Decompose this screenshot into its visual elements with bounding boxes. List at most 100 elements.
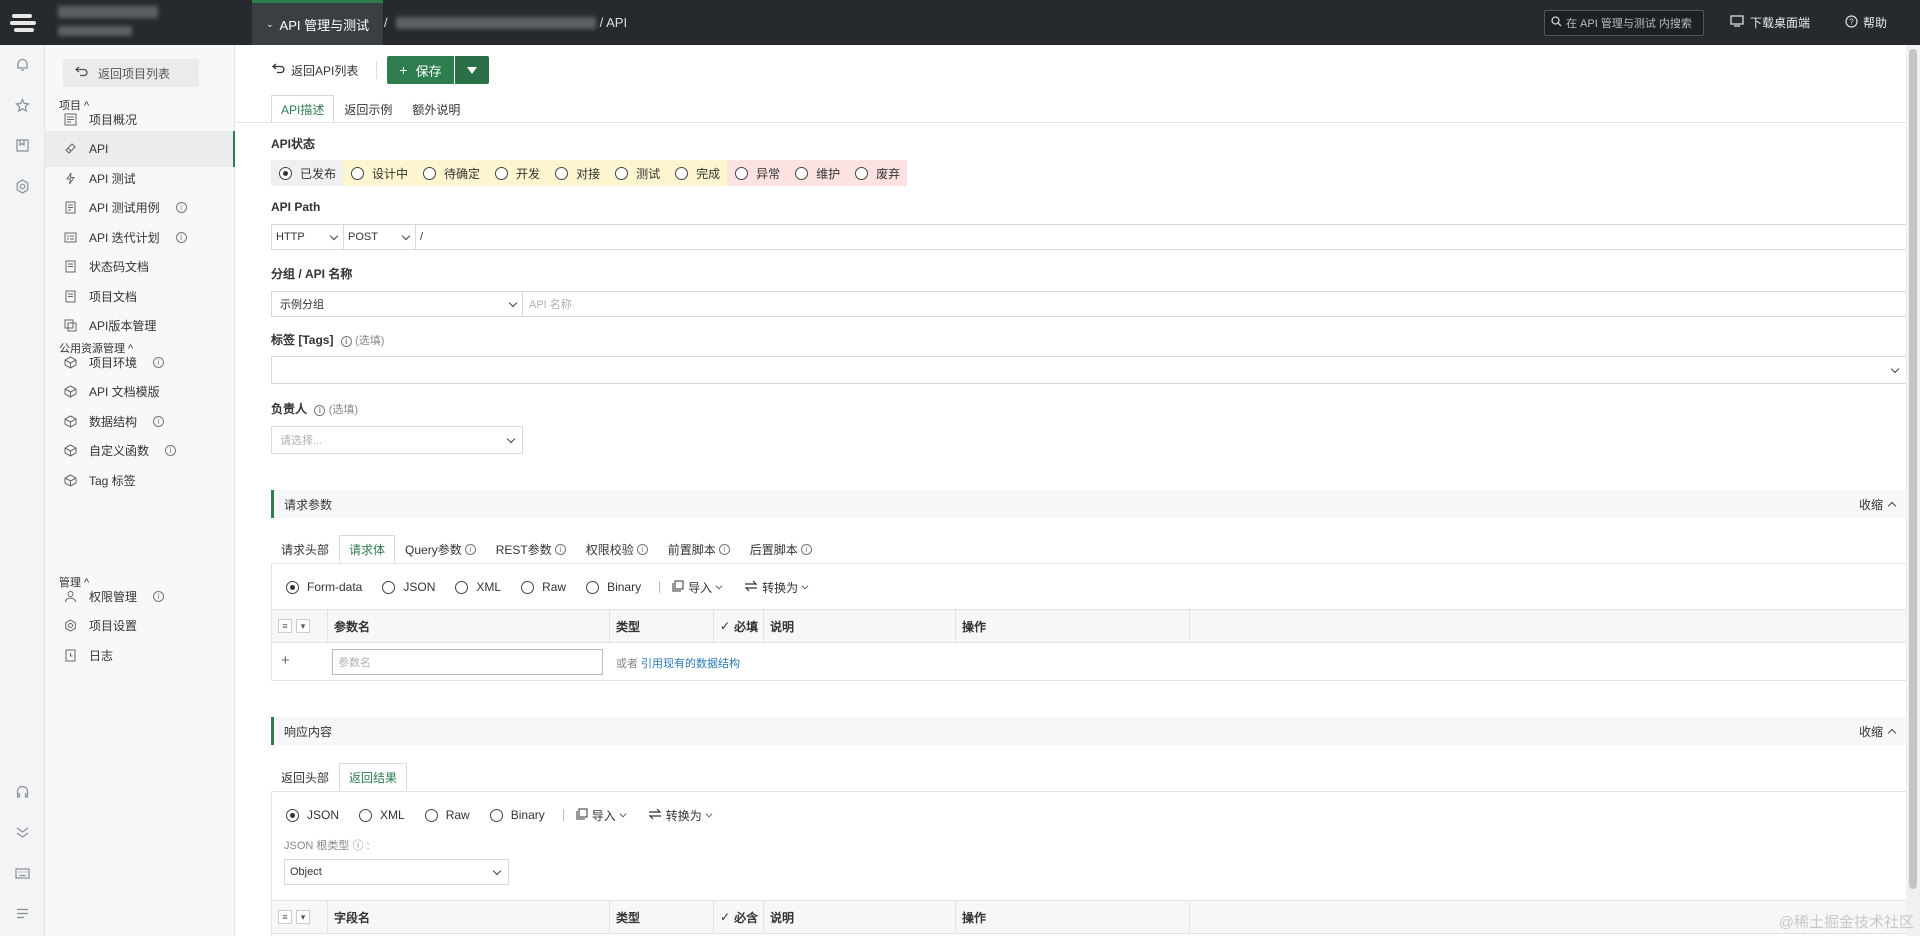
status-option-2[interactable]: 待确定 xyxy=(415,160,488,186)
group-name-field: 示例分组 API 名称 xyxy=(271,291,1907,317)
caret-down-icon: ▾ xyxy=(296,619,310,633)
menu-icon[interactable] xyxy=(13,904,31,922)
tab-2[interactable]: 额外说明 xyxy=(402,95,470,123)
request-subtab-2[interactable]: Query参数 i xyxy=(395,535,486,563)
sidebar-item-0-7[interactable]: API版本管理 xyxy=(45,308,235,344)
json-root-type-select[interactable]: Object xyxy=(284,859,509,885)
status-label: 异常 xyxy=(756,166,781,181)
request-subtab-4[interactable]: 权限校验 i xyxy=(576,535,658,563)
settings-icon[interactable] xyxy=(13,177,31,195)
monitor-icon xyxy=(1730,15,1744,30)
sidebar-item-label: 项目环境 xyxy=(89,355,138,370)
group-select[interactable]: 示例分组 xyxy=(272,292,523,316)
tab-1[interactable]: 返回示例 xyxy=(334,95,402,123)
request-convert-button[interactable]: 转换为 xyxy=(744,579,809,596)
back-to-projects-button[interactable]: 返回项目列表 xyxy=(63,59,199,87)
svg-text:?: ? xyxy=(1849,17,1854,26)
scrollbar-thumb[interactable] xyxy=(1909,49,1917,889)
logo-icon[interactable] xyxy=(0,0,45,45)
sidebar-item-1-4[interactable]: Tag 标签 xyxy=(45,462,235,498)
response-format-1[interactable]: XML xyxy=(359,808,405,822)
project-name-redacted[interactable] xyxy=(395,16,596,29)
star-icon[interactable] xyxy=(13,96,31,114)
col-field-name: 字段名 xyxy=(328,901,610,933)
path-input[interactable]: / xyxy=(416,231,1906,243)
response-convert-button[interactable]: 转换为 xyxy=(648,807,713,824)
grid-tools[interactable]: ≡ ▾ xyxy=(272,610,328,642)
sidebar-item-label: 权限管理 xyxy=(89,589,138,604)
radio-icon xyxy=(489,808,503,822)
vertical-scrollbar[interactable] xyxy=(1906,45,1920,936)
protocol-select[interactable]: HTTP xyxy=(272,225,344,249)
api-path-field: HTTP POST / xyxy=(271,224,1907,250)
back-to-api-list-button[interactable]: 返回API列表 xyxy=(271,59,358,81)
sidebar-item-2-2[interactable]: 日志 xyxy=(45,637,235,673)
request-import-button[interactable]: 导入 xyxy=(672,579,723,596)
bell-icon[interactable] xyxy=(13,55,31,73)
import-label: 导入 xyxy=(688,580,713,595)
add-row-icon[interactable]: + xyxy=(281,652,290,669)
request-format-1[interactable]: JSON xyxy=(382,580,435,594)
request-subtab-5[interactable]: 前置脚本 i xyxy=(658,535,740,563)
format-label: JSON xyxy=(403,580,436,594)
response-subtab-1[interactable]: 返回结果 xyxy=(339,763,408,791)
status-option-3[interactable]: 开发 xyxy=(487,160,548,186)
method-select[interactable]: POST xyxy=(344,225,416,249)
status-label: 废弃 xyxy=(876,166,901,181)
info-icon: i xyxy=(153,356,165,368)
request-format-0[interactable]: Form-data xyxy=(286,580,362,594)
request-subtab-1[interactable]: 请求体 xyxy=(339,535,396,563)
info-icon: i xyxy=(800,543,812,555)
response-format-0[interactable]: JSON xyxy=(286,808,339,822)
status-option-8[interactable]: 维护 xyxy=(787,160,848,186)
global-search-input[interactable]: 在 API 管理与测试 内搜索 xyxy=(1544,10,1704,36)
radio-icon xyxy=(615,166,629,180)
bookmark-icon[interactable] xyxy=(13,136,31,154)
search-icon xyxy=(1551,16,1562,30)
inbox-icon[interactable] xyxy=(13,823,31,841)
request-format-2[interactable]: XML xyxy=(455,580,501,594)
grid-tools[interactable]: ≡ ▾ xyxy=(272,901,328,933)
tab-0[interactable]: API描述 xyxy=(271,95,335,123)
search-placeholder: 在 API 管理与测试 内搜索 xyxy=(1566,18,1692,30)
save-button[interactable]: + 保存 xyxy=(387,56,454,84)
status-option-5[interactable]: 测试 xyxy=(607,160,668,186)
status-option-9[interactable]: 废弃 xyxy=(847,160,908,186)
cube-icon xyxy=(63,414,77,428)
convert-label: 转换为 xyxy=(665,808,702,823)
status-option-4[interactable]: 对接 xyxy=(547,160,608,186)
response-format-2[interactable]: Raw xyxy=(424,808,470,822)
module-switcher[interactable]: ⌄ API 管理与测试 xyxy=(252,0,384,45)
download-desktop-button[interactable]: 下载桌面端 xyxy=(1730,0,1810,45)
radio-icon xyxy=(795,166,809,180)
request-subtab-0[interactable]: 请求头部 xyxy=(271,535,339,563)
tags-select[interactable] xyxy=(271,356,1907,384)
response-format-3[interactable]: Binary xyxy=(489,808,545,822)
save-options-dropdown[interactable] xyxy=(455,56,489,84)
request-subtab-3[interactable]: REST参数 i xyxy=(486,535,576,563)
radio-icon xyxy=(351,166,365,180)
help-button[interactable]: ? 帮助 xyxy=(1845,0,1887,45)
info-icon: i xyxy=(314,405,326,416)
gear-icon xyxy=(63,619,77,633)
status-option-6[interactable]: 完成 xyxy=(667,160,728,186)
headset-icon[interactable] xyxy=(13,782,31,800)
owner-select[interactable]: 请选择... xyxy=(271,426,523,454)
reference-structure-link[interactable]: 引用现有的数据结构 xyxy=(641,655,740,671)
chevron-down-icon xyxy=(1890,364,1900,373)
keyboard-icon[interactable] xyxy=(13,864,31,882)
response-subtab-0[interactable]: 返回头部 xyxy=(271,763,339,791)
request-subtab-6[interactable]: 后置脚本 i xyxy=(740,535,822,563)
request-format-4[interactable]: Binary xyxy=(586,580,641,594)
status-option-0[interactable]: 已发布 xyxy=(271,160,344,186)
request-collapse-button[interactable]: 收缩 xyxy=(1859,496,1897,513)
response-import-button[interactable]: 导入 xyxy=(576,807,627,824)
status-option-1[interactable]: 设计中 xyxy=(343,160,416,186)
param-name-input[interactable]: 参数名 xyxy=(332,649,603,675)
api-name-input[interactable]: API 名称 xyxy=(523,296,1906,312)
request-format-3[interactable]: Raw xyxy=(521,580,566,594)
tags-optional: (选填) xyxy=(355,335,385,347)
response-collapse-button[interactable]: 收缩 xyxy=(1859,723,1897,740)
back-to-projects-label: 返回项目列表 xyxy=(98,66,171,81)
status-option-7[interactable]: 异常 xyxy=(727,160,788,186)
